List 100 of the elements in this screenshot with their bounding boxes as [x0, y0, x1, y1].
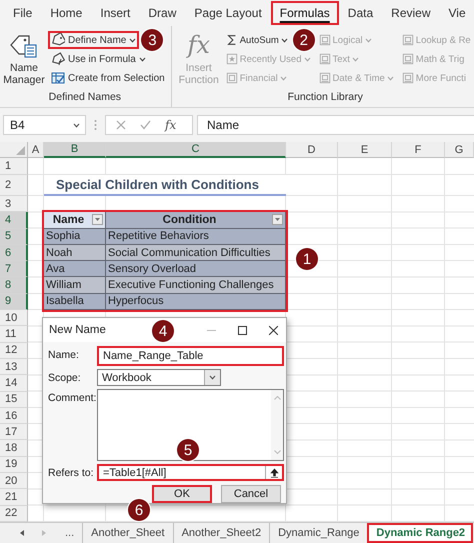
table-cell: Social Communication Difficulties: [106, 244, 286, 262]
ribbon-tab[interactable]: Insert: [91, 1, 140, 25]
caret-icon: [304, 56, 310, 62]
name-field[interactable]: Name_Range_Table: [97, 346, 284, 366]
ribbon-tab[interactable]: Home: [41, 1, 92, 25]
caret-icon: [129, 38, 136, 42]
step-badge: 6: [128, 499, 150, 521]
caret-icon: [138, 56, 146, 62]
sheet-tab[interactable]: Another_Sheet2: [172, 523, 270, 543]
sheet-tab[interactable]: Another_Sheet: [82, 523, 173, 543]
ribbon-tab[interactable]: Data: [338, 1, 382, 25]
row-header[interactable]: 18: [0, 440, 28, 457]
column-header[interactable]: C: [106, 142, 286, 158]
column-header[interactable]: A: [28, 142, 44, 158]
function-box-icon: [402, 72, 414, 84]
maximize-icon[interactable]: [238, 326, 247, 334]
step-badge: 1: [296, 248, 318, 270]
row-header[interactable]: 6: [0, 244, 28, 262]
row-header[interactable]: 13: [0, 358, 28, 376]
row-header[interactable]: 4: [0, 212, 28, 229]
sheet-title: Special Children with Conditions: [44, 175, 286, 196]
star-icon: [226, 53, 238, 65]
table-cell: Sophia: [44, 228, 106, 245]
ok-button[interactable]: OK: [152, 485, 212, 503]
collapse-icon[interactable]: [270, 468, 278, 478]
enter-icon[interactable]: [140, 120, 151, 130]
tag-icon: [51, 52, 65, 66]
ribbon-tab[interactable]: File: [4, 1, 42, 25]
scroll-left-icon[interactable]: [20, 530, 24, 536]
function-box-icon: [318, 34, 330, 46]
group-label: Defined Names: [48, 91, 122, 105]
ribbon-tab[interactable]: Review: [382, 1, 440, 25]
row-header[interactable]: 21: [0, 489, 28, 506]
caret-icon: [352, 56, 359, 62]
scope-dropdown[interactable]: Workbook: [97, 369, 221, 386]
field-label: Comment:: [48, 391, 97, 406]
row-header[interactable]: 14: [0, 375, 28, 392]
caret-icon: [275, 218, 280, 222]
table-cell: Isabella: [44, 294, 106, 310]
ribbon-command[interactable]: Create from Selection: [48, 69, 168, 87]
field-label: Scope:: [48, 371, 82, 386]
ribbon-tab[interactable]: Draw: [139, 1, 186, 25]
table-check-icon: [51, 71, 65, 85]
ribbon-tab[interactable]: Page Layout: [185, 1, 271, 25]
column-header[interactable]: E: [338, 142, 392, 158]
column-header[interactable]: F: [392, 142, 445, 158]
row-header[interactable]: 12: [0, 342, 28, 359]
table-cell: Repetitive Behaviors: [106, 228, 286, 245]
row-header[interactable]: 19: [0, 456, 28, 474]
ribbon-command[interactable]: AutoSum: [222, 31, 291, 49]
step-badge: 2: [292, 29, 315, 51]
ribbon-tab[interactable]: Formulas: [270, 1, 339, 25]
column-header[interactable]: B: [44, 142, 106, 158]
name-manager-button[interactable]: Name Manager: [2, 28, 46, 91]
ribbon-command[interactable]: Use in Formula: [48, 50, 149, 68]
table-cell: Sensory Overload: [106, 261, 286, 278]
insert-function-button[interactable]: fx: [165, 118, 176, 132]
cancel-icon[interactable]: [116, 120, 126, 130]
scroll-up-icon: [274, 396, 280, 400]
function-icon: fx: [188, 30, 210, 62]
more-sheets-button[interactable]: ...: [60, 523, 82, 543]
row-header[interactable]: 15: [0, 392, 28, 408]
row-header[interactable]: 22: [0, 506, 28, 522]
row-header[interactable]: 16: [0, 408, 28, 424]
ribbon-tab[interactable]: Vie: [440, 1, 474, 25]
table-cell: William: [44, 277, 106, 294]
filter-button[interactable]: [272, 214, 283, 226]
column-header[interactable]: D: [286, 142, 338, 158]
cancel-button[interactable]: Cancel: [221, 485, 281, 503]
close-icon[interactable]: [269, 326, 278, 334]
row-header[interactable]: 7: [0, 261, 28, 278]
sheet-tab[interactable]: Dynamic Range2: [367, 523, 474, 543]
caret-icon: [209, 375, 216, 380]
filter-button[interactable]: [92, 214, 103, 226]
formula-field[interactable]: Name: [197, 115, 474, 135]
row-header[interactable]: 2: [0, 175, 28, 196]
table-cell: Ava: [44, 261, 106, 278]
caret-icon: [280, 76, 287, 80]
name-box[interactable]: B4: [3, 115, 86, 135]
ribbon-command[interactable]: Define Name: [48, 31, 140, 49]
row-header[interactable]: 8: [0, 277, 28, 294]
column-header[interactable]: G: [445, 142, 474, 158]
row-header[interactable]: 10: [0, 310, 28, 326]
row-header[interactable]: 20: [0, 473, 28, 490]
caret-icon: [364, 38, 372, 42]
caret-icon: [73, 122, 80, 128]
function-box-icon: [318, 53, 330, 65]
comment-field[interactable]: [97, 389, 284, 461]
row-header[interactable]: 9: [0, 294, 28, 310]
row-header[interactable]: 11: [0, 326, 28, 343]
table-cell: Executive Functioning Challenges: [106, 277, 286, 294]
table-cell: Hyperfocus: [106, 294, 286, 310]
caret-icon: [386, 76, 394, 80]
group-label: Function Library: [286, 91, 364, 105]
function-box-icon: [318, 72, 330, 84]
row-header[interactable]: 1: [0, 158, 28, 175]
caret-icon: [280, 38, 288, 42]
row-header[interactable]: 3: [0, 196, 28, 212]
row-header[interactable]: 17: [0, 424, 28, 440]
row-header[interactable]: 5: [0, 228, 28, 245]
